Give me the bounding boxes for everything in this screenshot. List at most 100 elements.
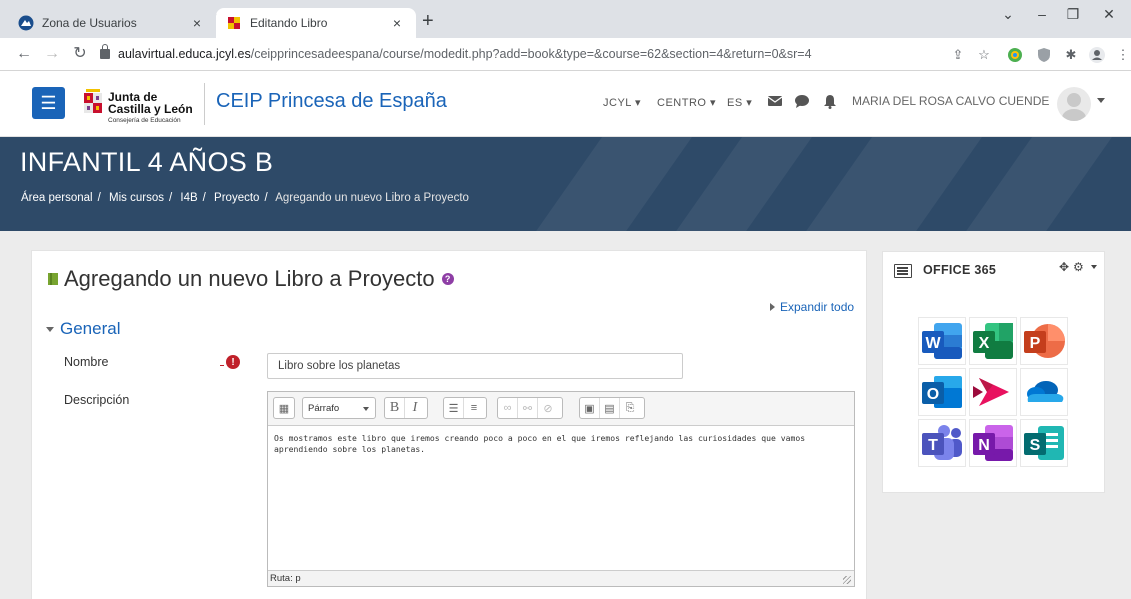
minimize-button[interactable]: – bbox=[1027, 6, 1057, 22]
ordered-list-icon[interactable]: ≡ bbox=[464, 398, 484, 418]
lock-icon bbox=[100, 44, 110, 59]
description-label: Descripción bbox=[64, 393, 130, 407]
svg-text:O: O bbox=[927, 386, 939, 403]
notifications-bell-icon[interactable] bbox=[822, 93, 838, 109]
unlink-icon[interactable]: ⚯ bbox=[518, 398, 538, 418]
outlook-app-link[interactable]: O bbox=[918, 368, 966, 416]
browser-menu-icon[interactable]: ⋮ bbox=[1115, 47, 1131, 63]
svg-text:W: W bbox=[925, 335, 941, 352]
sharepoint-app-link[interactable]: S bbox=[1020, 419, 1068, 467]
breadcrumb-item-i4b[interactable]: I4B bbox=[180, 192, 197, 204]
breadcrumb-item-proyecto[interactable]: Proyecto bbox=[214, 192, 259, 204]
logo-line-3: Consejería de Educación bbox=[108, 117, 181, 124]
user-avatar[interactable] bbox=[1057, 87, 1091, 121]
window-close-button[interactable]: ✕ bbox=[1094, 6, 1124, 23]
user-name[interactable]: MARIA DEL ROSA CALVO CUENDE bbox=[852, 94, 1049, 108]
paragraph-format-select[interactable]: Párrafo bbox=[302, 397, 376, 419]
profile-icon[interactable] bbox=[1089, 47, 1105, 63]
page-heading: Agregando un nuevo Libro a Proyecto ? bbox=[48, 266, 454, 292]
editor-path: Ruta: p bbox=[270, 573, 301, 584]
emoji-link-icon[interactable]: ⊘ bbox=[538, 398, 558, 418]
onenote-app-link[interactable]: N bbox=[969, 419, 1017, 467]
bookmark-star-icon[interactable]: ☆ bbox=[976, 47, 992, 63]
messages-envelope-icon[interactable] bbox=[767, 93, 783, 109]
site-name-link[interactable]: CEIP Princesa de España bbox=[216, 90, 447, 113]
new-tab-button[interactable]: + bbox=[422, 11, 434, 31]
italic-icon[interactable]: I bbox=[405, 398, 425, 418]
breadcrumb-item-mis-cursos[interactable]: Mis cursos bbox=[109, 192, 164, 204]
site-navbar: ☰ Junta de Castilla y León Consejería de… bbox=[0, 71, 1131, 137]
extension-shield-icon[interactable] bbox=[1036, 47, 1052, 63]
svg-text:X: X bbox=[979, 335, 990, 352]
extension-color-icon[interactable] bbox=[1007, 47, 1023, 63]
breadcrumb-separator: / bbox=[202, 192, 206, 204]
back-arrow-icon[interactable]: ← bbox=[14, 45, 34, 63]
course-banner: INFANTIL 4 AÑOS B Área personal / Mis cur… bbox=[0, 137, 1131, 231]
expand-triangle-icon bbox=[770, 303, 775, 311]
stream-app-link[interactable] bbox=[969, 368, 1017, 416]
manage-files-icon[interactable]: ⎘ bbox=[620, 398, 640, 418]
breadcrumb-separator: / bbox=[168, 192, 173, 204]
word-app-link[interactable]: W bbox=[918, 317, 966, 365]
navbar-divider bbox=[204, 83, 205, 125]
chat-bubble-icon[interactable] bbox=[794, 93, 810, 109]
sharepoint-icon: S bbox=[1024, 426, 1064, 460]
drawer-toggle-button[interactable]: ☰ bbox=[32, 87, 65, 119]
tab-title: Zona de Usuarios bbox=[42, 16, 137, 30]
editor-toolbar: ▦ Párrafo B I ☰ ≡ ∞ ⚯ ⊘ ▣ ▤ ⎘ bbox=[268, 392, 854, 426]
link-icon[interactable]: ∞ bbox=[498, 398, 518, 418]
tab-close-icon[interactable]: × bbox=[188, 15, 206, 31]
banner-stripe bbox=[503, 137, 707, 231]
maximize-button[interactable]: ❐ bbox=[1058, 6, 1088, 23]
gear-icon[interactable]: ⚙ bbox=[1073, 260, 1084, 274]
menu-language[interactable]: ES ▾ bbox=[727, 96, 752, 109]
excel-app-link[interactable]: X bbox=[969, 317, 1017, 365]
editor-status-bar: Ruta: p bbox=[268, 570, 854, 586]
breadcrumb-item-area-personal[interactable]: Área personal bbox=[21, 192, 93, 204]
browser-toolbar: ← → ↻ aulavirtual.educa.jcyl.es /ceippri… bbox=[0, 38, 1131, 71]
name-label: Nombre bbox=[64, 355, 109, 369]
onedrive-app-link[interactable] bbox=[1020, 368, 1068, 416]
reload-icon[interactable]: ↻ bbox=[70, 45, 90, 63]
breadcrumb-separator: / bbox=[264, 192, 268, 204]
tab-title: Editando Libro bbox=[250, 16, 328, 30]
media-icon[interactable]: ▤ bbox=[600, 398, 620, 418]
menu-jcyl[interactable]: JCYL ▾ bbox=[603, 96, 641, 109]
unordered-list-icon[interactable]: ☰ bbox=[444, 398, 464, 418]
name-input[interactable] bbox=[267, 353, 683, 379]
extensions-puzzle-icon[interactable]: ✱ bbox=[1063, 47, 1079, 63]
move-icon[interactable]: ✥ bbox=[1059, 260, 1069, 274]
hamburger-icon: ☰ bbox=[40, 92, 57, 113]
block-menu-caret-icon[interactable] bbox=[1091, 265, 1097, 269]
browser-tab-zona-usuarios[interactable]: Zona de Usuarios × bbox=[8, 8, 216, 38]
menu-centro[interactable]: CENTRO ▾ bbox=[657, 96, 716, 109]
jcyl-logo[interactable]: Junta de Castilla y León Consejería de E… bbox=[82, 81, 202, 127]
page-title: Agregando un nuevo Libro a Proyecto bbox=[64, 266, 435, 291]
forward-arrow-icon[interactable]: → bbox=[42, 45, 62, 63]
tab-close-icon[interactable]: × bbox=[388, 15, 406, 31]
editor-content-area[interactable]: Os mostramos este libro que iremos crean… bbox=[268, 426, 854, 570]
expand-all-link[interactable]: Expandir todo bbox=[770, 300, 854, 314]
teams-icon: T bbox=[922, 425, 962, 460]
breadcrumb-item-current: Agregando un nuevo Libro a Proyecto bbox=[275, 192, 469, 204]
logo-line-2: Castilla y León bbox=[108, 102, 193, 116]
jcyl-favicon-icon bbox=[228, 17, 240, 29]
book-icon bbox=[48, 273, 58, 285]
tab-search-chevron-icon[interactable]: ⌄ bbox=[993, 6, 1023, 23]
svg-text:P: P bbox=[1030, 335, 1041, 352]
coat-of-arms-icon bbox=[84, 89, 102, 113]
excel-icon: X bbox=[973, 323, 1013, 359]
powerpoint-app-link[interactable]: P bbox=[1020, 317, 1068, 365]
share-icon[interactable]: ⇪ bbox=[950, 47, 966, 63]
browser-tab-editando-libro[interactable]: Editando Libro × bbox=[216, 8, 416, 38]
image-icon[interactable]: ▣ bbox=[580, 398, 600, 418]
section-general-toggle[interactable]: General bbox=[46, 319, 120, 339]
toolbar-toggle-icon[interactable]: ▦ bbox=[274, 398, 294, 418]
teams-app-link[interactable]: T bbox=[918, 419, 966, 467]
bold-icon[interactable]: B bbox=[385, 398, 405, 418]
resize-grip-icon[interactable] bbox=[843, 576, 851, 584]
user-menu-caret-icon[interactable] bbox=[1097, 98, 1105, 103]
help-icon[interactable]: ? bbox=[441, 273, 454, 285]
breadcrumb: Área personal / Mis cursos / I4B / Proyecto… bbox=[21, 192, 474, 204]
outlook-icon: O bbox=[922, 376, 962, 408]
